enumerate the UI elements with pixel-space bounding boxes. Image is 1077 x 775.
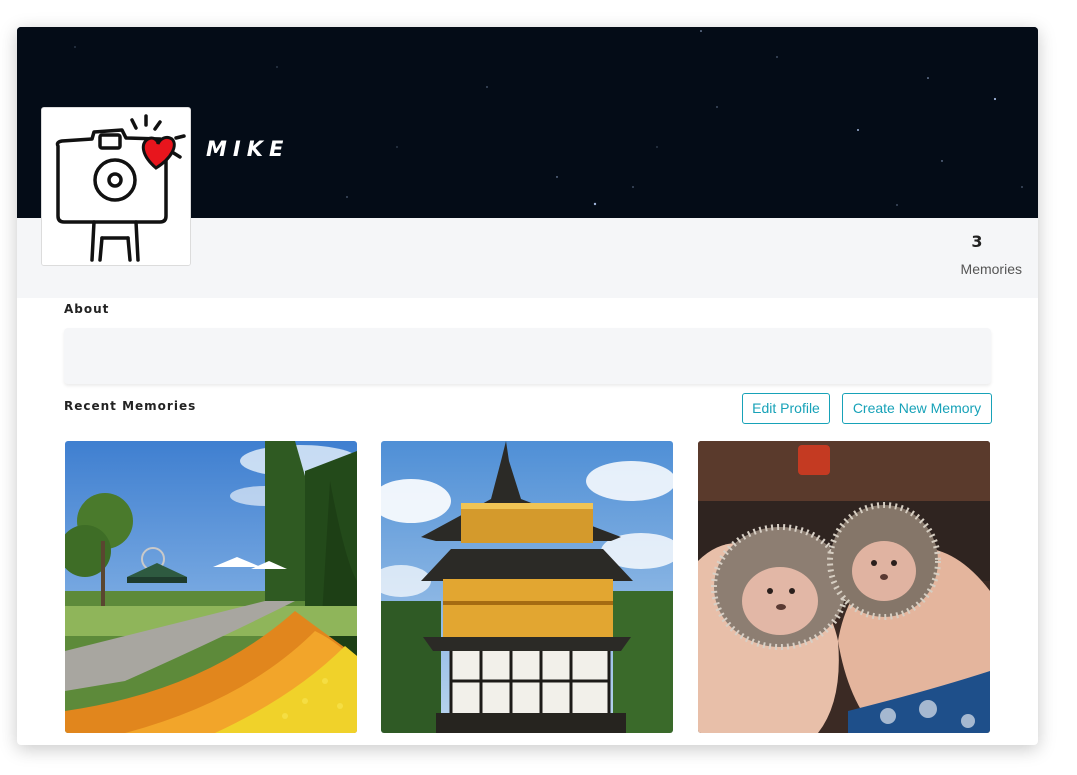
camera-heart-icon — [42, 108, 190, 265]
memory-card[interactable] — [381, 441, 673, 733]
flower-garden-image — [65, 441, 357, 733]
avatar[interactable] — [41, 107, 191, 266]
edit-profile-button[interactable]: Edit Profile — [742, 393, 830, 424]
profile-name: MIKE — [206, 137, 290, 161]
profile-card: MIKE 3 Memories About Recent Memories Ed… — [17, 27, 1038, 745]
about-text — [64, 328, 991, 384]
memories-count: 3 — [971, 232, 983, 251]
about-title: About — [64, 302, 110, 316]
hedgehogs-image — [698, 441, 990, 733]
memory-card[interactable] — [698, 441, 990, 733]
create-memory-button[interactable]: Create New Memory — [842, 393, 992, 424]
memories-label: Memories — [960, 261, 1022, 277]
recent-memories-title: Recent Memories — [64, 399, 197, 413]
golden-pavilion-image — [381, 441, 673, 733]
memories-stat: 3 Memories — [932, 232, 1022, 277]
memory-card[interactable] — [65, 441, 357, 733]
